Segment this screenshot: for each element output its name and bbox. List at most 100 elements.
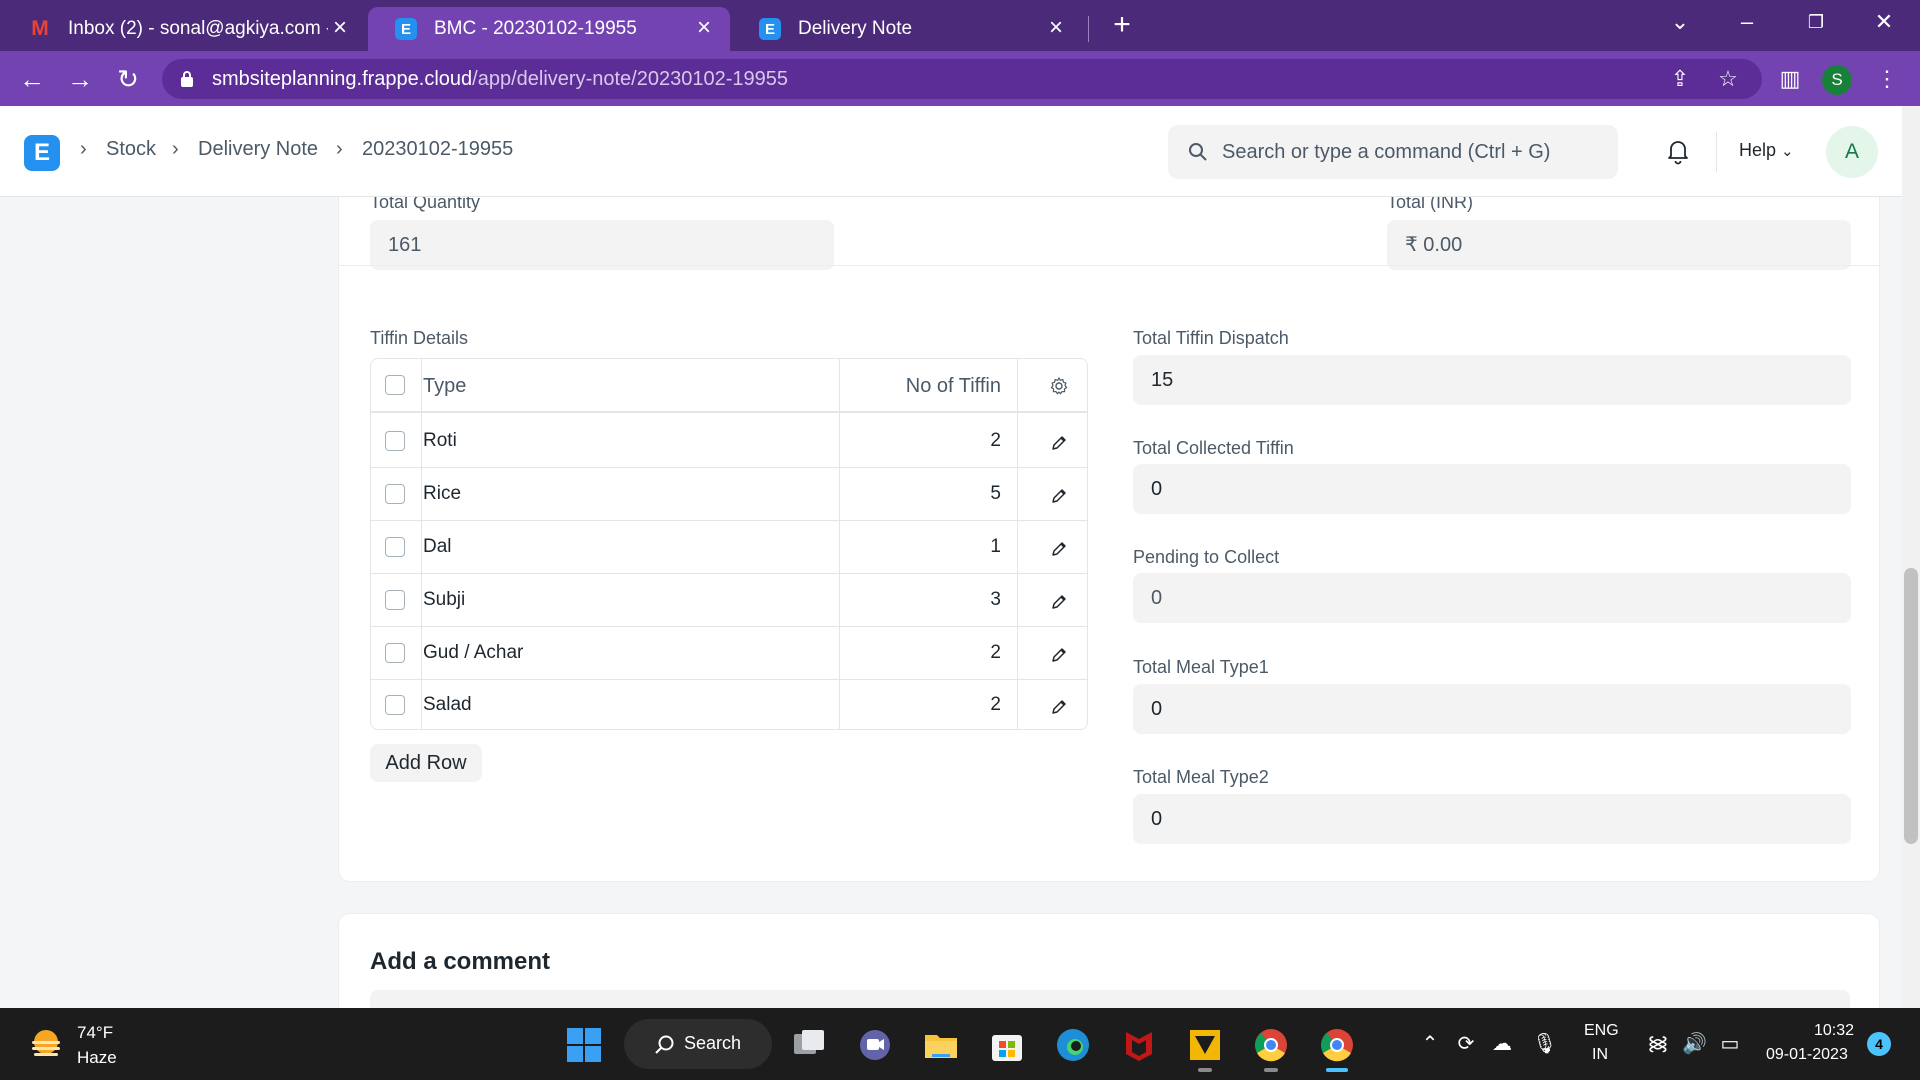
minimize-button[interactable]: –: [1727, 6, 1767, 38]
tally-app-icon[interactable]: [1186, 1026, 1224, 1064]
total-meal-type1-field[interactable]: 0: [1133, 684, 1851, 734]
row-checkbox[interactable]: [385, 695, 405, 715]
gear-icon[interactable]: [1049, 376, 1069, 396]
cell-type[interactable]: Salad: [423, 694, 472, 716]
close-icon[interactable]: ×: [1044, 16, 1068, 41]
battery-icon[interactable]: ▭: [1718, 1032, 1742, 1056]
row-checkbox[interactable]: [385, 590, 405, 610]
add-row-button[interactable]: Add Row: [370, 744, 482, 782]
teams-chat-icon[interactable]: [856, 1026, 894, 1064]
browser-tab-bmc[interactable]: E BMC - 20230102-19955 ×: [368, 7, 730, 51]
help-dropdown[interactable]: Help ⌄: [1739, 140, 1794, 161]
browser-menu-icon[interactable]: ⋮: [1872, 64, 1902, 94]
cell-type[interactable]: Rice: [423, 483, 461, 505]
notification-bell-icon[interactable]: [1663, 136, 1693, 166]
section-divider: [339, 265, 1881, 266]
chrome-profile-icon[interactable]: [1252, 1026, 1290, 1064]
breadcrumb-delivery-note[interactable]: Delivery Note: [198, 138, 318, 161]
task-view-icon[interactable]: [790, 1026, 828, 1064]
table-row[interactable]: Salad 2: [371, 680, 1087, 729]
edit-pencil-icon[interactable]: [1049, 645, 1069, 665]
edit-pencil-icon[interactable]: [1049, 486, 1069, 506]
row-checkbox[interactable]: [385, 643, 405, 663]
browser-tab-delivery-note[interactable]: E Delivery Note ×: [732, 7, 1082, 51]
volume-icon[interactable]: 🔊: [1682, 1032, 1707, 1056]
tab-title: Delivery Note: [798, 18, 913, 39]
app-logo[interactable]: E: [24, 135, 60, 171]
edit-pencil-icon[interactable]: [1049, 539, 1069, 559]
file-explorer-icon[interactable]: [922, 1026, 960, 1064]
edit-pencil-icon[interactable]: [1049, 592, 1069, 612]
awesome-bar[interactable]: [1168, 125, 1618, 179]
total-meal-type2-field[interactable]: 0: [1133, 794, 1851, 844]
clock-time[interactable]: 10:32: [1814, 1022, 1854, 1040]
cell-no-of-tiffin[interactable]: 5: [990, 483, 1001, 505]
table-row[interactable]: Gud / Achar 2: [371, 627, 1087, 680]
table-row[interactable]: Subji 3: [371, 574, 1087, 627]
tab-search-chevron-icon[interactable]: ⌄: [1660, 6, 1700, 38]
language-indicator[interactable]: ENG: [1584, 1022, 1619, 1040]
table-row[interactable]: Dal 1: [371, 521, 1087, 574]
edit-pencil-icon[interactable]: [1049, 697, 1069, 717]
wifi-icon[interactable]: ᯼: [1646, 1032, 1670, 1056]
star-icon[interactable]: ☆: [1714, 65, 1742, 93]
user-avatar[interactable]: A: [1826, 126, 1878, 178]
share-icon[interactable]: ⇪: [1666, 65, 1694, 93]
comment-input[interactable]: [370, 990, 1850, 1008]
search-icon: [655, 1035, 674, 1054]
taskbar-search[interactable]: Search: [624, 1019, 772, 1069]
region-indicator[interactable]: IN: [1592, 1046, 1608, 1064]
cell-type[interactable]: Dal: [423, 536, 452, 558]
windows-start-icon[interactable]: [565, 1026, 603, 1064]
table-row[interactable]: Roti 2: [371, 415, 1087, 468]
column-header-type: Type: [423, 375, 467, 397]
table-row[interactable]: Rice 5: [371, 468, 1087, 521]
cell-no-of-tiffin[interactable]: 2: [990, 694, 1001, 716]
microphone-icon[interactable]: 🎙: [1532, 1032, 1557, 1056]
notification-count-badge[interactable]: 4: [1867, 1032, 1891, 1056]
onedrive-cloud-icon[interactable]: ☁: [1490, 1032, 1514, 1056]
cell-no-of-tiffin[interactable]: 1: [990, 536, 1001, 558]
total-tiffin-dispatch-field[interactable]: 15: [1133, 355, 1851, 405]
cell-no-of-tiffin[interactable]: 2: [990, 430, 1001, 452]
row-checkbox[interactable]: [385, 537, 405, 557]
browser-tab-gmail[interactable]: M Inbox (2) - sonal@agkiya.com - A ×: [2, 7, 366, 51]
total-collected-tiffin-field[interactable]: 0: [1133, 464, 1851, 514]
close-icon[interactable]: ×: [328, 16, 352, 41]
scrollbar-thumb[interactable]: [1904, 568, 1918, 844]
search-input[interactable]: [1222, 137, 1602, 167]
cell-type[interactable]: Gud / Achar: [423, 642, 523, 664]
reload-button[interactable]: ↻: [110, 61, 146, 97]
breadcrumb-stock[interactable]: Stock: [106, 138, 156, 161]
browser-toolbar: ← → ↻ smbsiteplanning.frappe.cloud/app/d…: [0, 51, 1920, 106]
row-checkbox[interactable]: [385, 484, 405, 504]
scrollbar-track[interactable]: [1902, 106, 1920, 1008]
haze-weather-icon[interactable]: [26, 1024, 66, 1064]
cell-type[interactable]: Subji: [423, 589, 465, 611]
browser-profile-avatar[interactable]: S: [1822, 65, 1852, 95]
close-icon[interactable]: ×: [692, 16, 716, 41]
window-close-button[interactable]: ✕: [1864, 6, 1904, 38]
select-all-checkbox[interactable]: [385, 375, 405, 395]
cell-no-of-tiffin[interactable]: 3: [990, 589, 1001, 611]
breadcrumb-document[interactable]: 20230102-19955: [362, 138, 513, 161]
side-panel-icon[interactable]: ▥: [1775, 64, 1805, 94]
cell-no-of-tiffin[interactable]: 2: [990, 642, 1001, 664]
sync-icon[interactable]: ⟳: [1454, 1032, 1478, 1056]
clock-date[interactable]: 09-01-2023: [1766, 1046, 1848, 1064]
edge-browser-icon[interactable]: [1054, 1026, 1092, 1064]
back-button[interactable]: ←: [14, 61, 50, 97]
chrome-active-icon[interactable]: [1318, 1026, 1356, 1064]
grid-header-row: Type No of Tiffin: [371, 359, 1087, 413]
microsoft-store-icon[interactable]: [988, 1026, 1026, 1064]
chevron-up-icon[interactable]: ⌃: [1418, 1032, 1442, 1056]
row-checkbox[interactable]: [385, 431, 405, 451]
restore-button[interactable]: ❐: [1796, 6, 1836, 38]
tab-title: BMC - 20230102-19955: [434, 18, 637, 39]
cell-type[interactable]: Roti: [423, 430, 457, 452]
forward-button[interactable]: →: [62, 61, 98, 97]
address-bar[interactable]: smbsiteplanning.frappe.cloud/app/deliver…: [162, 59, 1762, 99]
mcafee-icon[interactable]: [1120, 1026, 1158, 1064]
new-tab-button[interactable]: +: [1106, 10, 1138, 42]
edit-pencil-icon[interactable]: [1049, 433, 1069, 453]
